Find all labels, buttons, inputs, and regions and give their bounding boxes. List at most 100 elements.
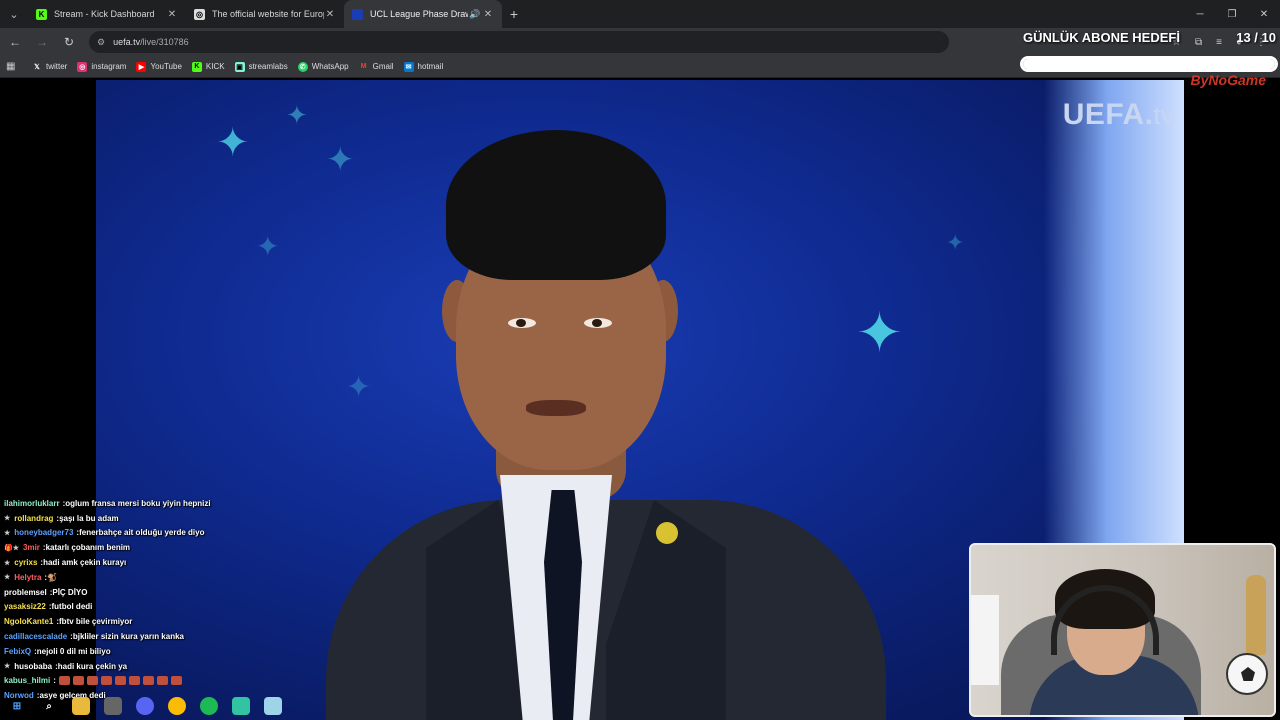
close-icon[interactable]: ✕ <box>324 9 336 20</box>
chat-username[interactable]: husobaba <box>14 662 52 671</box>
kick-icon: K <box>191 61 202 72</box>
star-decoration: ✦ <box>216 121 250 165</box>
x-icon: 𝕏 <box>34 63 40 71</box>
chat-message: ★ Helytra: 🐒 <box>0 570 300 585</box>
tab-ucl-draw[interactable]: UCL League Phase Draw 🔊 ✕ <box>344 0 502 28</box>
forward-icon[interactable]: → <box>30 30 54 54</box>
restore-icon[interactable]: ❐ <box>1216 0 1248 28</box>
bookmark-kick[interactable]: K KICK <box>191 61 225 72</box>
star-decoration: ✦ <box>286 100 308 130</box>
chat-username[interactable]: cadillacescalade <box>4 632 67 641</box>
chat-username[interactable]: Helytra <box>14 573 41 582</box>
chat-text: futbol dedi <box>51 602 93 612</box>
emote-icon <box>58 676 70 686</box>
bookmark-whatsapp[interactable]: ✆ WhatsApp <box>297 61 349 72</box>
chat-message: cadillacescalade: bjkliler sizin kura ya… <box>0 629 300 644</box>
chrome-icon[interactable] <box>168 697 186 715</box>
bookmark-gmail[interactable]: M Gmail <box>359 62 394 72</box>
chat-text: hadi kura çekin ya <box>57 661 128 671</box>
app-icon[interactable] <box>104 697 122 715</box>
chat-username[interactable]: yasaksiz22 <box>4 602 46 611</box>
site-info-icon[interactable]: ⚙ <box>97 37 105 48</box>
window-controls: ─ ❐ ✕ <box>1184 0 1280 28</box>
new-tab-button[interactable]: + <box>502 0 526 28</box>
bookmark-twitter[interactable]: 𝕏twitter <box>32 62 67 72</box>
uefa-tv-logo: UEFA.tv <box>1063 98 1174 132</box>
tab-title: The official website for Europea <box>212 9 324 19</box>
trophy-icon <box>1246 575 1266 655</box>
bookmark-label: YouTube <box>150 62 182 71</box>
chat-username[interactable]: NgoloKante1 <box>4 617 53 626</box>
chat-emotes <box>58 676 182 686</box>
star-decoration: ✦ <box>346 371 372 404</box>
chat-username[interactable]: rollandrag <box>14 514 53 523</box>
goal-count: 13 / 10 <box>1236 30 1276 45</box>
bookmark-hotmail[interactable]: ✉ hotmail <box>403 61 444 72</box>
tab-strip: ⌄ K Stream - Kick Dashboard ✕ ◎ The offi… <box>0 0 1280 28</box>
chat-message: ★ husobaba: hadi kura çekin ya <box>0 659 300 674</box>
file-explorer-icon[interactable] <box>72 697 90 715</box>
tab-search-icon[interactable]: ⌄ <box>0 0 28 28</box>
speaker-hair <box>446 130 666 280</box>
chat-badge-icon: ★ <box>4 529 11 537</box>
search-icon[interactable]: ⌕ <box>40 697 58 715</box>
emote-icon <box>170 676 182 686</box>
chat-separator: : <box>53 676 56 686</box>
uefa-icon: ◎ <box>194 8 205 20</box>
uefa-icon <box>352 8 363 20</box>
chat-message: FebixQ: nejoli 0 dil mi biliyo <box>0 644 300 659</box>
chat-text: şaşı la bu adam <box>59 513 119 523</box>
chat-username[interactable]: ilahimorluklarr <box>4 499 60 508</box>
chat-text: hadi amk çekin kurayı <box>43 558 127 568</box>
chat-badge-icon: ★ <box>4 559 11 567</box>
chat-username[interactable]: problemsel <box>4 588 47 597</box>
reload-icon[interactable]: ↻ <box>57 30 81 54</box>
taskbar: ⊞ ⌕ <box>0 692 300 720</box>
chat-text: nejoli 0 dil mi biliyo <box>36 646 111 656</box>
chat-username[interactable]: honeybadger73 <box>14 528 73 537</box>
logo-main: UEFA. <box>1062 98 1154 131</box>
close-icon[interactable]: ✕ <box>166 9 178 20</box>
chat-username[interactable]: 3mir <box>23 543 40 552</box>
chat-message: ilahimorluklarr: oglum fransa mersi boku… <box>0 496 300 511</box>
emote-icon <box>128 676 140 686</box>
bookmark-label: hotmail <box>417 62 444 71</box>
tab-uefa-official[interactable]: ◎ The official website for Europea ✕ <box>186 0 344 28</box>
tab-title: UCL League Phase Draw <box>370 9 468 19</box>
chat-username[interactable]: FebixQ <box>4 647 31 656</box>
star-decoration: ✦ <box>856 301 903 364</box>
back-icon[interactable]: ← <box>3 30 27 54</box>
hotmail-icon: ✉ <box>403 61 414 72</box>
bookmark-youtube[interactable]: ▶ YouTube <box>136 61 182 72</box>
chat-username[interactable]: cyrixs <box>14 558 37 567</box>
webcam-overlay <box>969 543 1276 717</box>
apps-grid-icon[interactable]: ▦ <box>6 61 20 72</box>
minimize-icon[interactable]: ─ <box>1184 0 1216 28</box>
chat-overlay: ilahimorluklarr: oglum fransa mersi boku… <box>0 496 300 703</box>
close-window-icon[interactable]: ✕ <box>1248 0 1280 28</box>
speaker-eye <box>584 318 612 328</box>
windows-start-icon[interactable]: ⊞ <box>8 697 26 715</box>
chat-badge-icon: ★ <box>4 515 11 523</box>
streamlabs-icon[interactable] <box>232 697 250 715</box>
chat-message: ★ rollandrag: şaşı la bu adam <box>0 511 300 526</box>
chat-message: yasaksiz22: futbol dedi <box>0 600 300 615</box>
kick-icon: K <box>36 8 47 20</box>
bookmark-instagram[interactable]: ◎ instagram <box>77 61 126 72</box>
speaker-mouth <box>526 400 586 416</box>
chat-message: ★ honeybadger73: fenerbahçe ait olduğu ye… <box>0 526 300 541</box>
speaker-icon[interactable]: 🔊 <box>468 9 482 20</box>
tab-kick-dashboard[interactable]: K Stream - Kick Dashboard ✕ <box>28 0 186 28</box>
tab-title: Stream - Kick Dashboard <box>54 9 155 19</box>
app-icon[interactable] <box>264 697 282 715</box>
gmail-icon: M <box>360 63 367 70</box>
bookmark-streamlabs[interactable]: ▣ streamlabs <box>234 61 288 72</box>
address-bar[interactable]: ⚙ uefa.tv/live/310786 <box>89 31 949 53</box>
close-icon[interactable]: ✕ <box>482 9 494 20</box>
bookmark-label: twitter <box>46 62 68 71</box>
chat-badge-icon: ★ <box>4 663 11 671</box>
emote-icon <box>86 676 98 686</box>
spotify-icon[interactable] <box>200 697 218 715</box>
chat-username[interactable]: kabus_hilmi <box>4 676 50 685</box>
discord-icon[interactable] <box>136 697 154 715</box>
